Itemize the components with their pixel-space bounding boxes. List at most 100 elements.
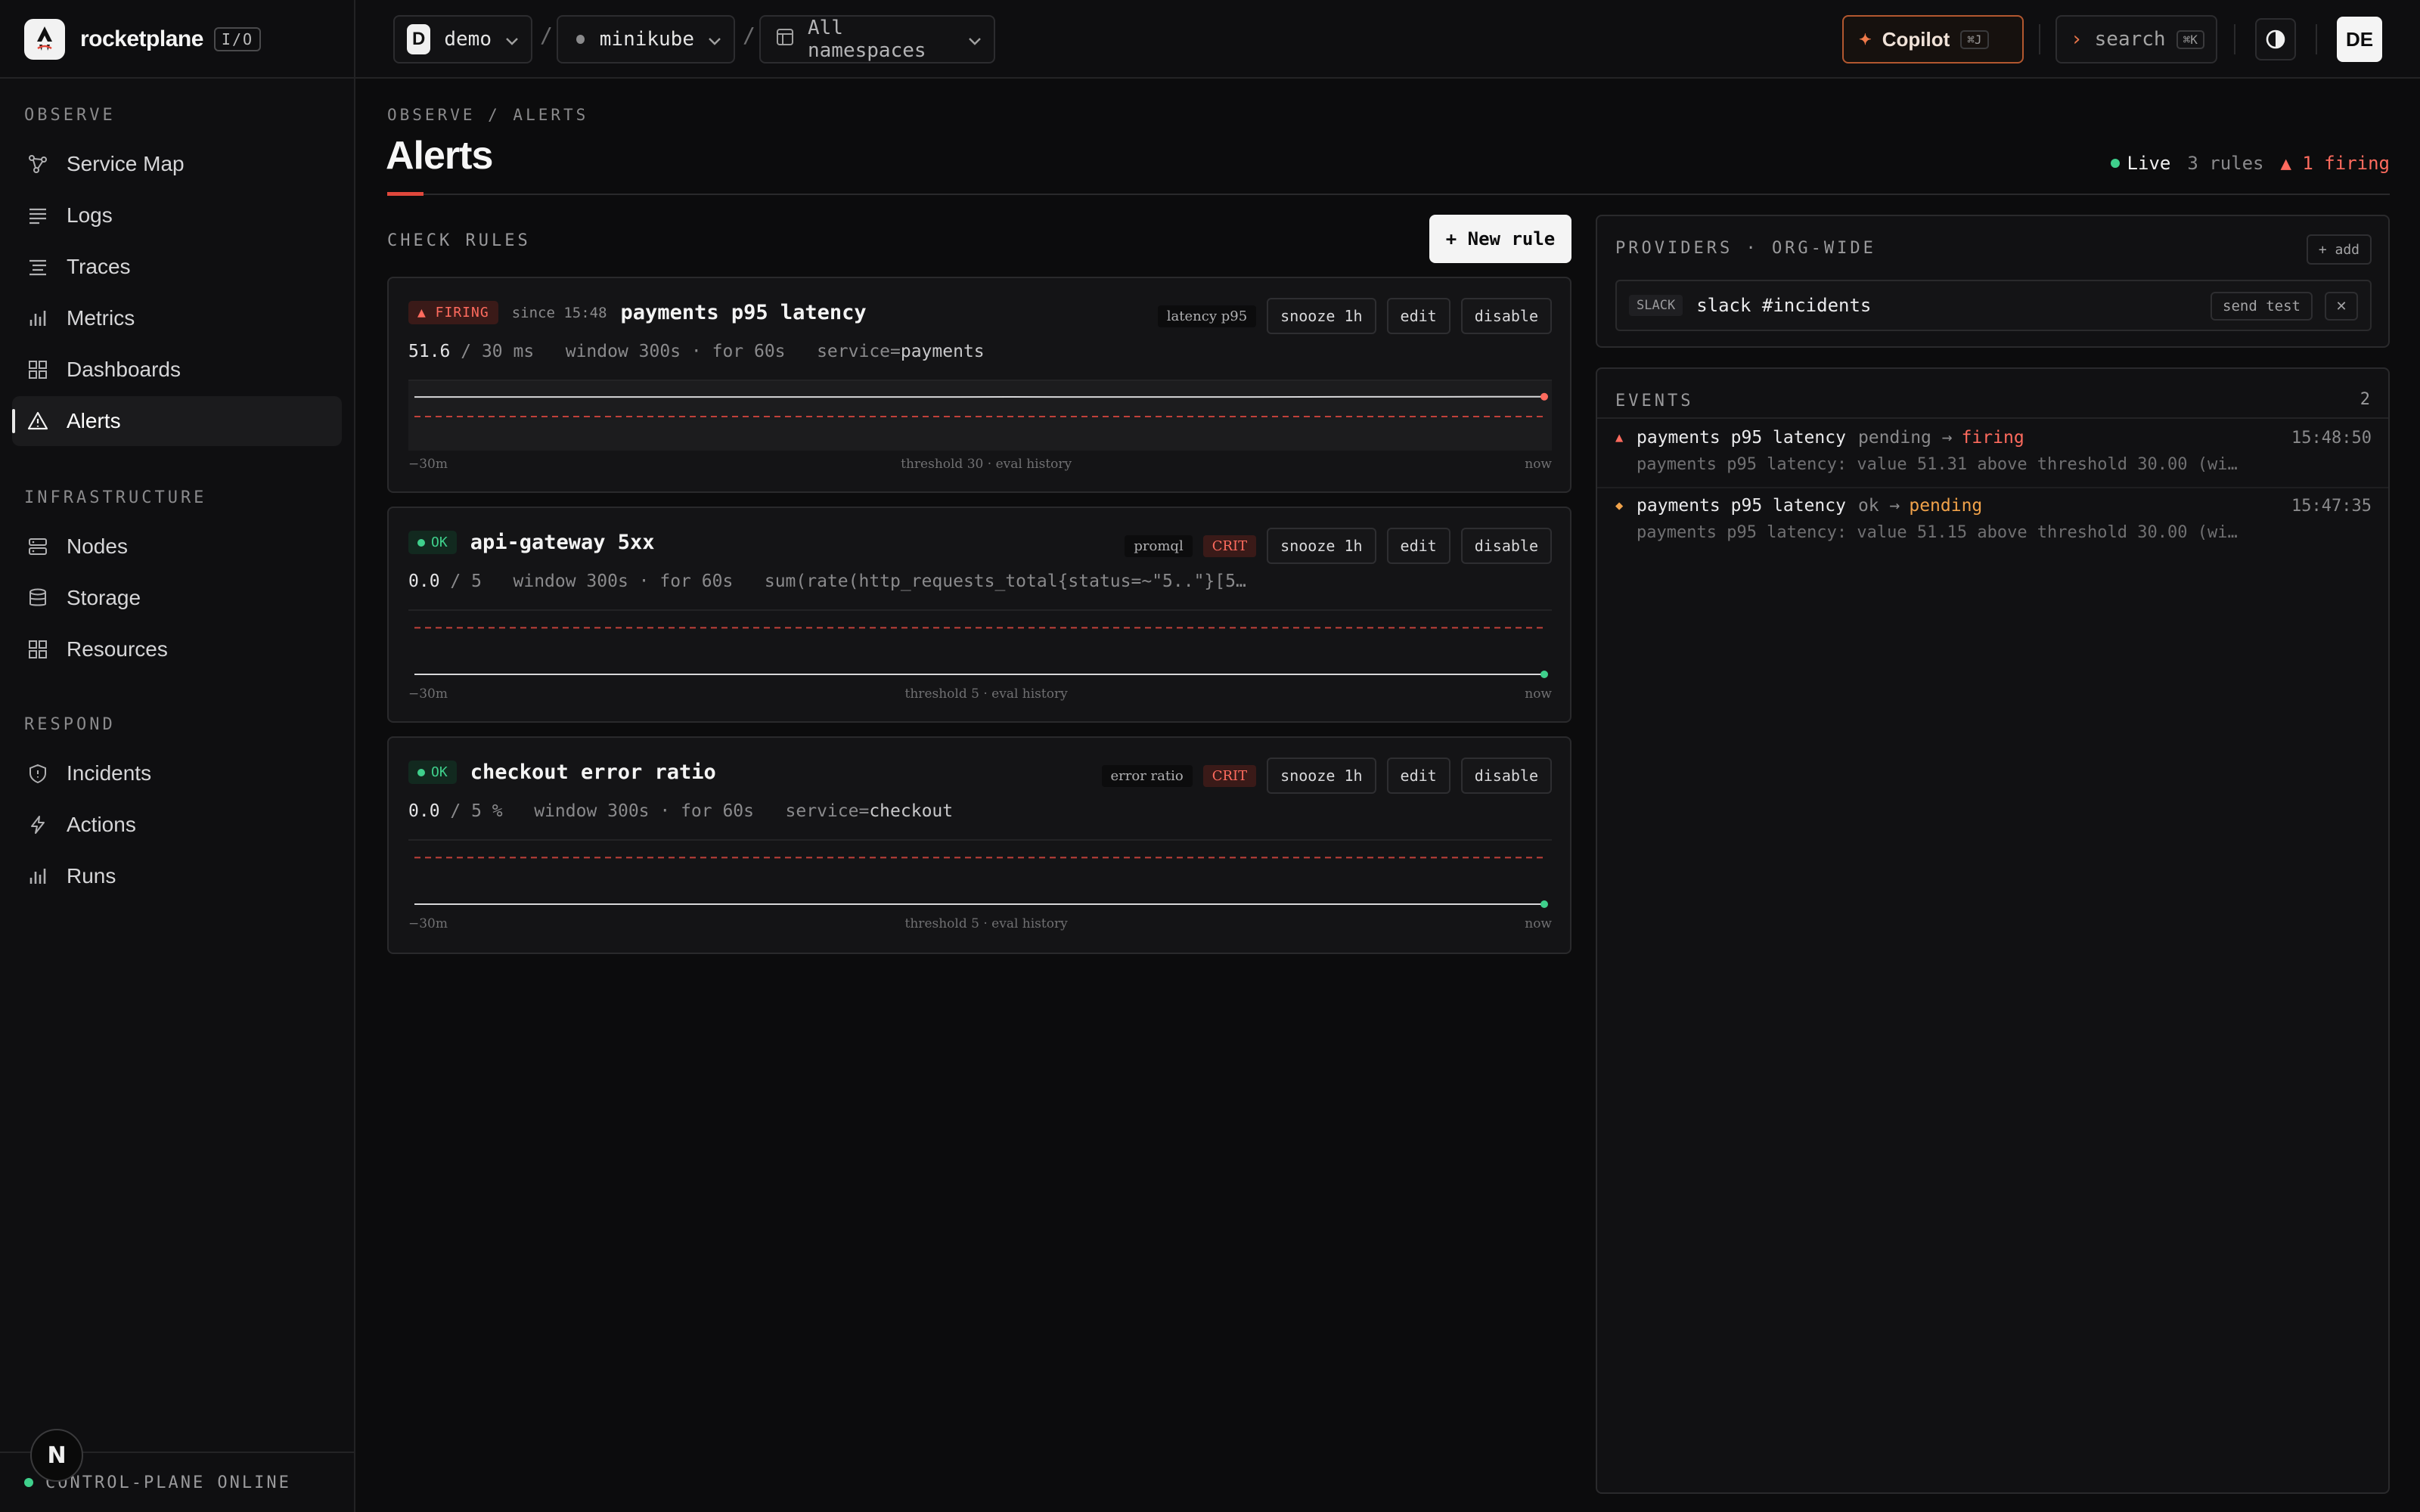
sidebar-item-logs[interactable]: Logs (12, 191, 342, 240)
event-divider (1597, 487, 2388, 488)
provider-row: SLACK slack #incidents send test ✕ (1615, 280, 2372, 331)
window-text: window 300s · for 60s (534, 801, 754, 821)
rule-type-tag: latency p95 (1157, 305, 1257, 327)
live-label: Live (2127, 153, 2171, 174)
rule-name[interactable]: checkout error ratio (470, 761, 716, 784)
copilot-label: Copilot (1882, 27, 1950, 51)
add-provider-button[interactable]: + add (2306, 234, 2372, 265)
rule-type-tag: error ratio (1101, 764, 1193, 787)
eval-history-chart (408, 839, 1552, 910)
edit-button[interactable]: edit (1386, 528, 1450, 564)
brand-name: rocketplane (80, 26, 203, 51)
brand[interactable]: rocketplane I/O (0, 0, 355, 79)
event-item[interactable]: ▲ payments p95 latency pending → firing … (1615, 428, 2372, 474)
rule-name[interactable]: api-gateway 5xx (470, 531, 655, 554)
rule-header: OK api-gateway 5xx (408, 531, 655, 554)
send-test-button[interactable]: send test (2211, 292, 2313, 321)
live-indicator: Live (2110, 153, 2171, 174)
namespace-selector[interactable]: All namespaces (759, 15, 995, 64)
sidebar-item-actions[interactable]: Actions (12, 800, 342, 850)
chart-end-label: now (1525, 457, 1552, 472)
sidebar-item-dashboards[interactable]: Dashboards (12, 345, 342, 395)
namespace-icon (776, 28, 794, 51)
event-rule-name: payments p95 latency (1637, 496, 1846, 516)
rule-card: OK api-gateway 5xx promql CRIT snooze 1h… (387, 507, 1571, 723)
edit-button[interactable]: edit (1386, 758, 1450, 794)
title-accent (387, 192, 424, 196)
divider (2039, 24, 2040, 54)
shield-icon (29, 764, 46, 784)
sidebar-item-label: Actions (67, 813, 136, 836)
theme-toggle-button[interactable] (2255, 18, 2296, 60)
sidebar-item-label: Runs (67, 864, 116, 888)
live-dot-icon (2110, 159, 2120, 168)
sidebar-item-resources[interactable]: Resources (12, 624, 342, 674)
sidebar-item-label: Traces (67, 255, 131, 278)
copilot-button[interactable]: ✦ Copilot ⌘J (1842, 15, 2024, 64)
sidebar-item-label: Alerts (67, 409, 121, 432)
sidebar-item-service-map[interactable]: Service Map (12, 139, 342, 189)
sidebar-item-label: Metrics (67, 306, 135, 330)
control-plane-status-text: CONTROL-PLANE ONLINE (45, 1473, 291, 1492)
sidebar-item-traces[interactable]: Traces (12, 242, 342, 292)
sidebar-item-alerts[interactable]: Alerts (12, 396, 342, 446)
disable-button[interactable]: disable (1460, 298, 1552, 334)
sidebar-item-label: Service Map (67, 152, 185, 175)
snooze-button[interactable]: snooze 1h (1267, 528, 1376, 564)
avatar[interactable]: DE (2337, 17, 2382, 62)
sidebar-item-storage[interactable]: Storage (12, 573, 342, 623)
status-label: OK (431, 534, 448, 550)
sidebar-item-nodes[interactable]: Nodes (12, 522, 342, 572)
sidebar-item-runs[interactable]: Runs (12, 851, 342, 901)
cluster-name: minikube (599, 28, 694, 51)
search-button[interactable]: › search ⌘K (2055, 15, 2217, 64)
chevron-down-icon (708, 28, 721, 51)
remove-provider-close-icon[interactable]: ✕ (2325, 292, 2358, 321)
event-transition-to: firing (1961, 428, 2024, 448)
namespace-name: All namespaces (808, 17, 926, 62)
chart-threshold-label: threshold 5 · eval history (904, 686, 1068, 702)
snooze-button[interactable]: snooze 1h (1267, 758, 1376, 794)
rule-name[interactable]: payments p95 latency (621, 301, 867, 324)
event-detail: payments p95 latency: value 51.31 above … (1637, 455, 2238, 474)
chart-start-label: −30m (408, 916, 448, 931)
disable-button[interactable]: disable (1460, 758, 1552, 794)
copilot-shortcut: ⌘J (1960, 29, 1989, 49)
sidebar-item-label: Resources (67, 637, 168, 661)
events-title: EVENTS (1615, 392, 1694, 411)
org-selector[interactable]: D demo (393, 15, 532, 64)
chevron-down-icon (505, 28, 519, 51)
sidebar-item-metrics[interactable]: Metrics (12, 293, 342, 343)
graph-icon (29, 155, 47, 173)
new-rule-button[interactable]: + New rule (1429, 215, 1571, 263)
edit-button[interactable]: edit (1386, 298, 1450, 334)
nav-section-title: INFRASTRUCTURE (24, 488, 207, 507)
selector-key: service= (817, 342, 901, 361)
selector-key: service= (785, 801, 870, 821)
top-bar: rocketplane I/O D demo / minikube / All … (0, 0, 2420, 79)
severity-badge: CRIT (1202, 764, 1257, 787)
context-separator: / (540, 23, 553, 48)
cluster-selector[interactable]: minikube (557, 15, 735, 64)
status-label: OK (431, 764, 448, 780)
events-count: 2 (2360, 390, 2370, 409)
provider-type-badge: SLACK (1629, 295, 1683, 316)
disable-button[interactable]: disable (1460, 528, 1552, 564)
snooze-button[interactable]: snooze 1h (1267, 298, 1376, 334)
chart-threshold-label: threshold 30 · eval history (901, 457, 1072, 472)
sidebar-item-incidents[interactable]: Incidents (12, 748, 342, 798)
cluster-status-dot-icon (576, 35, 585, 44)
since-time: since 15:48 (511, 304, 607, 321)
n-badge-button[interactable]: N (30, 1429, 83, 1482)
event-transition-from: pending → (1857, 428, 1953, 448)
event-rule-name: payments p95 latency (1637, 428, 1846, 448)
sidebar-item-label: Nodes (67, 534, 128, 558)
threshold-text: / 5 % (450, 801, 503, 821)
event-transition-from: ok → (1857, 496, 1900, 516)
threshold-text: / 5 (450, 572, 482, 591)
ok-dot-icon (417, 538, 425, 547)
event-time: 15:47:35 (2291, 496, 2372, 516)
grid-icon (29, 640, 47, 658)
latest-point (1540, 900, 1548, 908)
event-item[interactable]: ◆ payments p95 latency ok → pending 15:4… (1615, 496, 2372, 542)
